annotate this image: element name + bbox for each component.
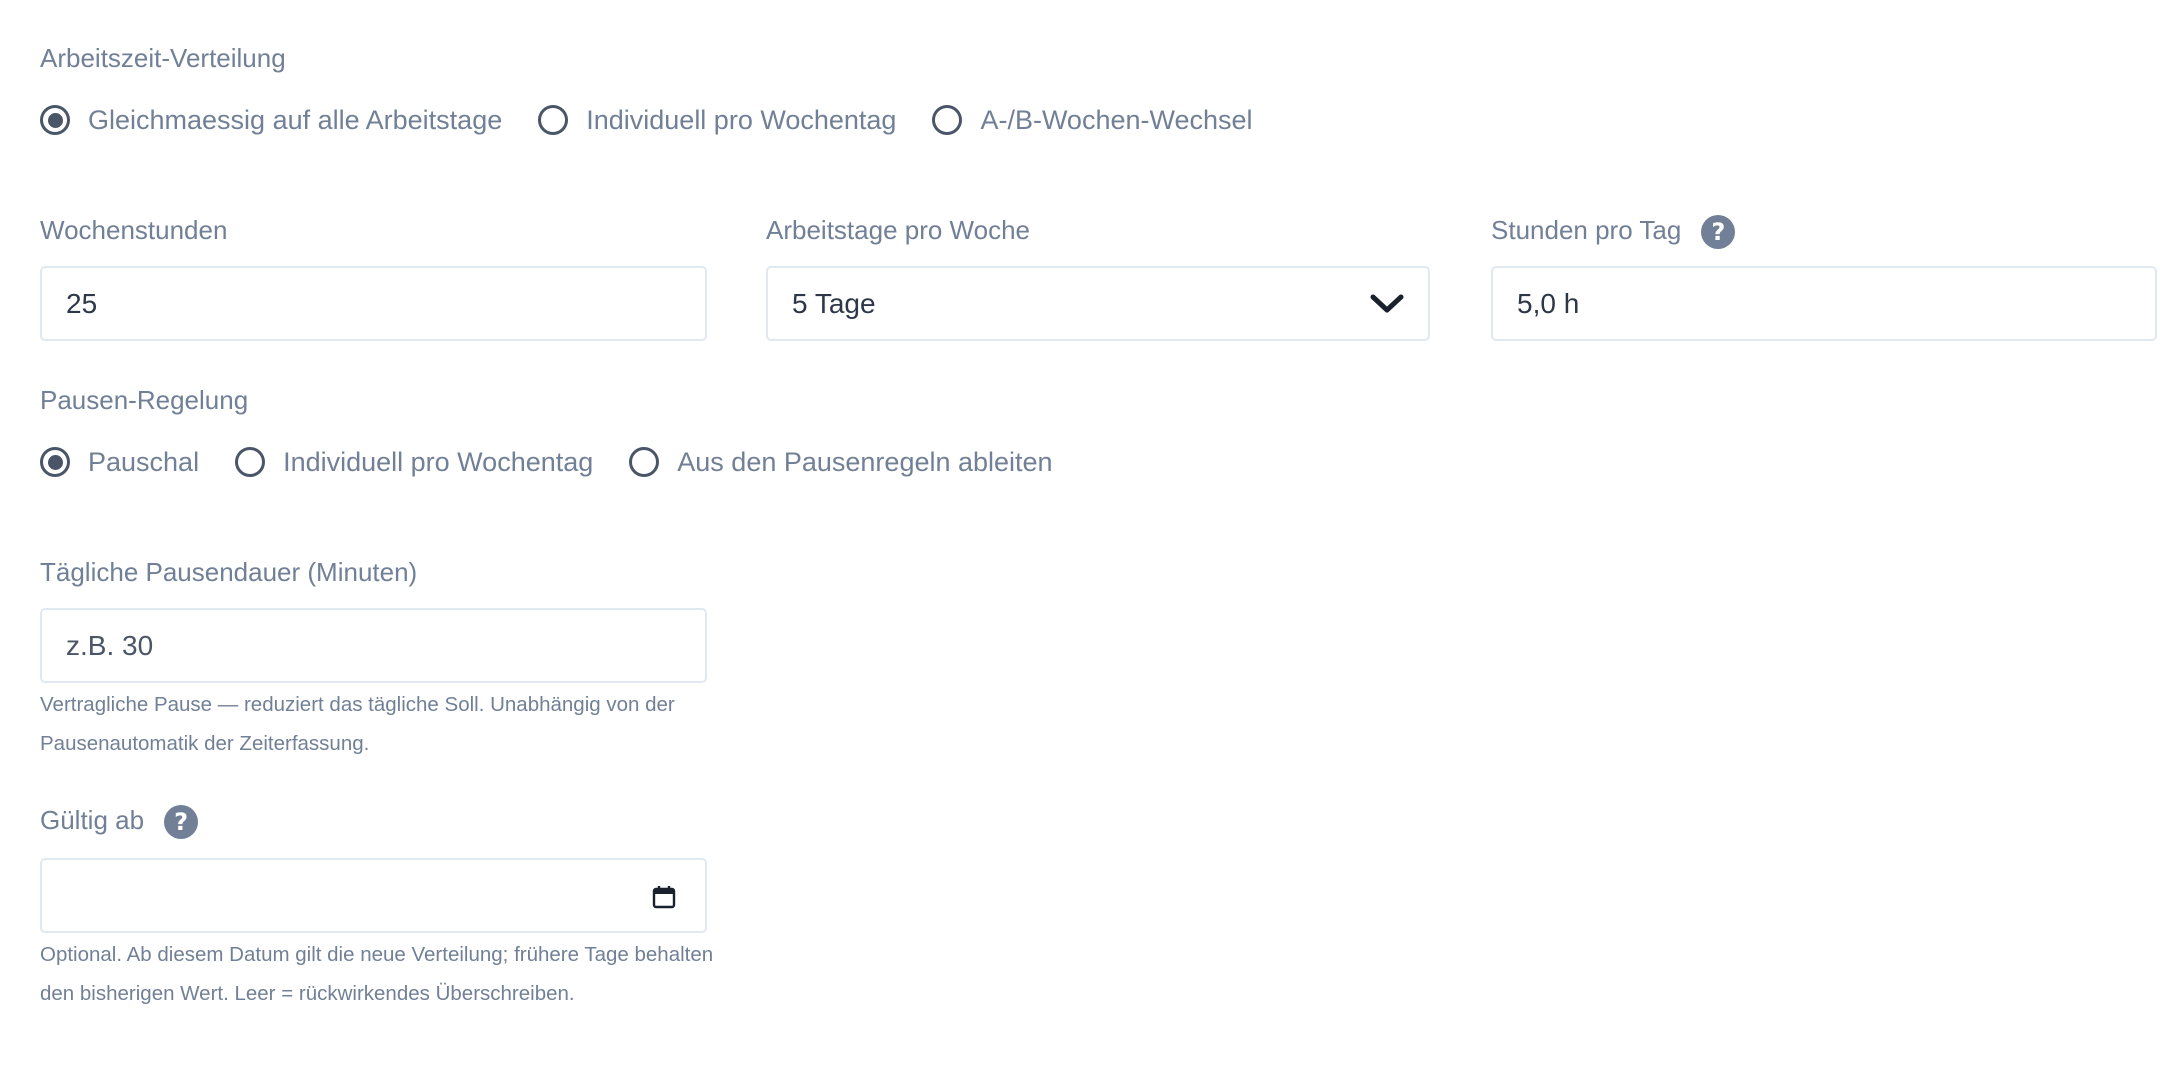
hours-per-day-input[interactable] (1491, 266, 2157, 341)
daily-break-label: Tägliche Pausendauer (Minuten) (40, 557, 418, 587)
radio-label: Individuell pro Wochentag (586, 104, 897, 135)
break-rule-label: Pausen-Regelung (40, 385, 249, 415)
radio-circle[interactable] (629, 447, 660, 477)
radio-circle-checked[interactable] (40, 447, 70, 477)
chevron-down-icon (1370, 294, 1404, 312)
help-icon[interactable]: ? (1701, 215, 1736, 250)
radio-label: Aus den Pausenregeln ableiten (677, 446, 1053, 477)
radio-break-flat[interactable]: Pauschal (40, 447, 199, 478)
weekly-hours-input[interactable] (40, 266, 707, 341)
radio-label: Gleichmaessig auf alle Arbeitstage (88, 104, 503, 135)
radio-distribution-even[interactable]: Gleichmaessig auf alle Arbeitstage (40, 105, 502, 136)
distribution-label: Arbeitszeit-Verteilung (40, 43, 286, 73)
calendar-icon[interactable] (651, 884, 677, 910)
radio-label: A-/B-Wochen-Wechsel (980, 104, 1253, 135)
valid-from-date-input[interactable] (40, 858, 707, 933)
radio-circle-checked[interactable] (40, 105, 70, 135)
radio-label: Pauschal (88, 446, 200, 477)
break-rule-radio-group: Pauschal Individuell pro Wochentag Aus d… (40, 440, 1089, 484)
radio-circle[interactable] (932, 105, 963, 135)
radio-label: Individuell pro Wochentag (283, 446, 594, 477)
radio-distribution-per-weekday[interactable]: Individuell pro Wochentag (538, 105, 896, 136)
weekly-hours-label: Wochenstunden (40, 215, 228, 245)
valid-from-label: Gültig ab? (40, 804, 199, 840)
radio-break-derive-rules[interactable]: Aus den Pausenregeln ableiten (629, 446, 1053, 478)
hours-per-day-label-text: Stunden pro Tag (1491, 215, 1682, 245)
daily-break-input[interactable] (40, 608, 707, 683)
workdays-label: Arbeitstage pro Woche (766, 215, 1030, 245)
radio-break-per-weekday[interactable]: Individuell pro Wochentag (235, 447, 593, 478)
help-icon[interactable]: ? (164, 805, 199, 840)
distribution-radio-group: Gleichmaessig auf alle Arbeitstage Indiv… (40, 98, 1289, 142)
workdays-select[interactable]: 5 Tage (766, 266, 1430, 341)
valid-from-hint: Optional. Ab diesem Datum gilt die neue … (40, 943, 714, 1005)
daily-break-hint: Vertragliche Pause — reduziert das tägli… (40, 693, 675, 755)
workdays-select-value: 5 Tage (792, 287, 876, 319)
hours-per-day-label: Stunden pro Tag? (1491, 214, 1736, 250)
valid-from-label-text: Gültig ab (40, 805, 145, 835)
radio-distribution-ab-weeks[interactable]: A-/B-Wochen-Wechsel (932, 104, 1253, 136)
radio-circle[interactable] (538, 105, 569, 135)
radio-circle[interactable] (235, 447, 266, 477)
